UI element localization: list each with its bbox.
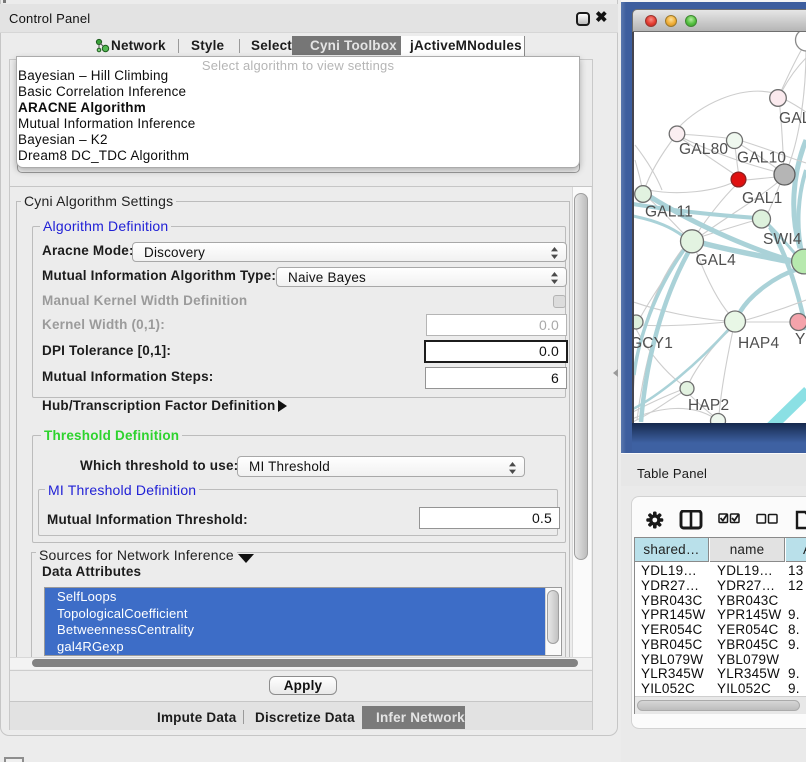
svg-text:YE: YE [795, 331, 806, 348]
svg-text:GAL4: GAL4 [696, 252, 737, 269]
svg-text:GAL10: GAL10 [737, 150, 786, 167]
svg-text:GAL11: GAL11 [645, 204, 693, 221]
svg-text:GAL80: GAL80 [679, 141, 728, 158]
svg-text:GCY1: GCY1 [634, 335, 673, 352]
svg-text:GAL7: GAL7 [779, 110, 806, 127]
svg-text:HAP4: HAP4 [738, 335, 779, 352]
svg-text:GAL1: GAL1 [742, 190, 782, 207]
svg-text:HAP2: HAP2 [688, 397, 729, 414]
svg-text:SWI4: SWI4 [763, 231, 802, 248]
